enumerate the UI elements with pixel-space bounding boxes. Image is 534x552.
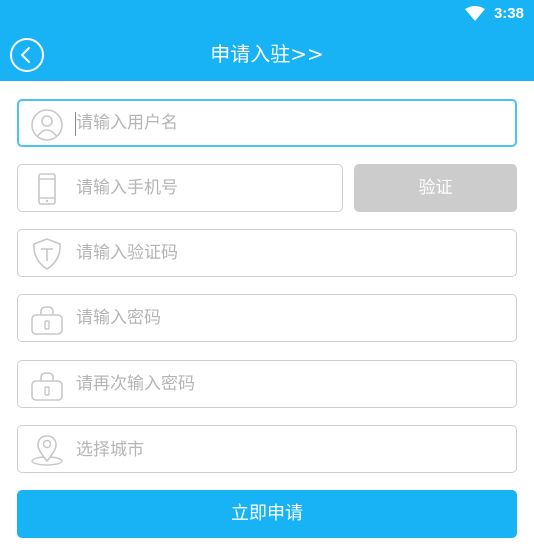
password-confirm-field[interactable] <box>17 360 517 408</box>
verify-button[interactable]: 验证 <box>354 164 517 212</box>
city-select-label: 选择城市 <box>76 440 144 460</box>
lock-icon <box>31 306 63 335</box>
status-time: 3:38 <box>493 5 524 22</box>
username-input[interactable] <box>76 106 496 140</box>
back-circle-icon <box>21 47 30 63</box>
phone-field[interactable] <box>17 164 343 212</box>
phone-icon <box>38 173 56 205</box>
username-field[interactable] <box>17 99 517 147</box>
lock-icon <box>31 372 63 401</box>
location-pin-icon <box>31 435 63 466</box>
submit-button[interactable]: 立即申请 <box>17 490 517 538</box>
page-title: 申请入驻>> <box>210 42 324 66</box>
back-button[interactable] <box>10 38 44 72</box>
verify-code-input[interactable] <box>76 236 496 270</box>
phone-input[interactable] <box>76 171 326 205</box>
wifi-icon <box>465 6 485 21</box>
password-confirm-input[interactable] <box>76 367 496 401</box>
app-bar: 申请入驻>> <box>0 28 534 81</box>
city-select[interactable]: 选择城市 <box>17 425 517 473</box>
password-input[interactable] <box>76 301 496 335</box>
status-bar: 3:38 <box>0 0 534 28</box>
password-field[interactable] <box>17 294 517 342</box>
user-icon <box>31 109 63 141</box>
verify-code-field[interactable] <box>17 229 517 277</box>
shield-icon <box>33 238 61 270</box>
